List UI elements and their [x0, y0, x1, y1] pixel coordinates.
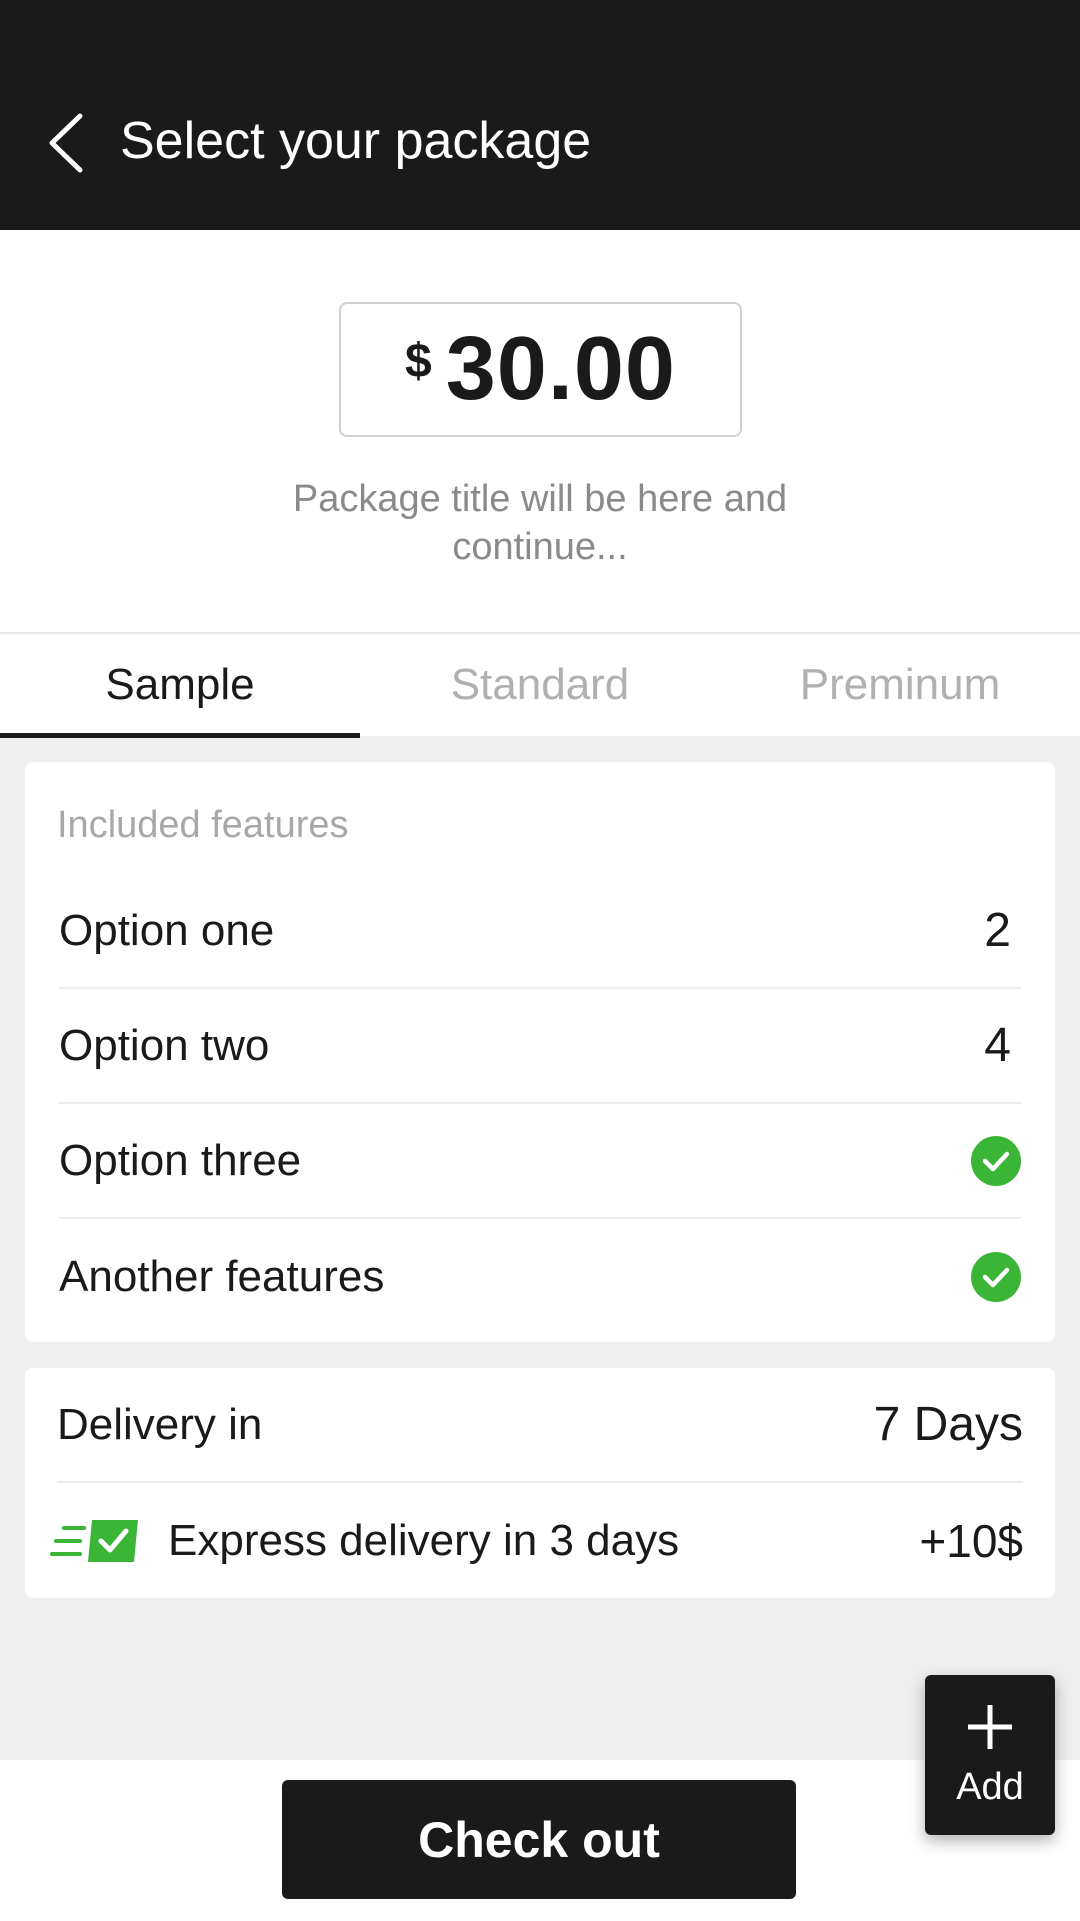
package-subtitle: Package title will be here and continue.…: [292, 478, 788, 568]
express-checkbox-icon[interactable]: [50, 1516, 142, 1566]
price-amount: 30.00: [445, 319, 676, 419]
feature-label: Option two: [59, 1020, 270, 1070]
features-card: Included features Option one 2 Option tw…: [25, 762, 1055, 1342]
bottom-bar: Check out: [0, 1760, 1080, 1921]
tab-standard[interactable]: Standard: [360, 634, 720, 736]
delivery-value: 7 Days: [873, 1398, 1023, 1451]
check-icon: [971, 1135, 1021, 1186]
app-header: Select your package: [0, 0, 1080, 230]
express-price: +10$: [919, 1514, 1023, 1567]
package-tabs: Sample Standard Preminum: [0, 632, 1080, 738]
tab-sample[interactable]: Sample: [0, 634, 360, 738]
feature-label: Option three: [59, 1135, 302, 1185]
feature-value: 2: [984, 904, 1011, 957]
feature-row: Option three: [59, 1104, 1021, 1219]
price-section: $ 30.00 Package title will be here and c…: [0, 230, 1080, 632]
express-left: Express delivery in 3 days: [50, 1516, 679, 1566]
page-title: Select your package: [120, 112, 592, 170]
currency-symbol: $: [405, 335, 432, 388]
delivery-row: Delivery in 7 Days: [57, 1368, 1023, 1483]
check-icon: [971, 1251, 1021, 1302]
delivery-card: Delivery in 7 Days Express delivery in 3…: [25, 1368, 1055, 1598]
features-heading: Included features: [57, 804, 349, 846]
express-delivery-option[interactable]: Express delivery in 3 days +10$: [50, 1483, 1023, 1598]
express-label: Express delivery in 3 days: [168, 1515, 680, 1565]
chevron-left-icon: [49, 113, 83, 173]
tab-preminum[interactable]: Preminum: [720, 634, 1080, 736]
feature-label: Option one: [59, 905, 275, 955]
price-box: $ 30.00: [339, 302, 742, 437]
checkout-button[interactable]: Check out: [282, 1780, 796, 1899]
feature-row: Another features: [59, 1219, 1021, 1334]
feature-label: Another features: [59, 1251, 385, 1301]
feature-row: Option one 2: [59, 874, 1021, 989]
add-button[interactable]: Add: [925, 1675, 1055, 1835]
add-label: Add: [956, 1765, 1024, 1808]
delivery-label: Delivery in: [57, 1399, 263, 1449]
back-button[interactable]: [36, 108, 96, 178]
plus-icon: [968, 1704, 1012, 1749]
feature-value: 4: [984, 1019, 1011, 1072]
feature-row: Option two 4: [59, 989, 1021, 1104]
app-screen: Select your package $ 30.00 Package titl…: [0, 0, 1080, 1921]
